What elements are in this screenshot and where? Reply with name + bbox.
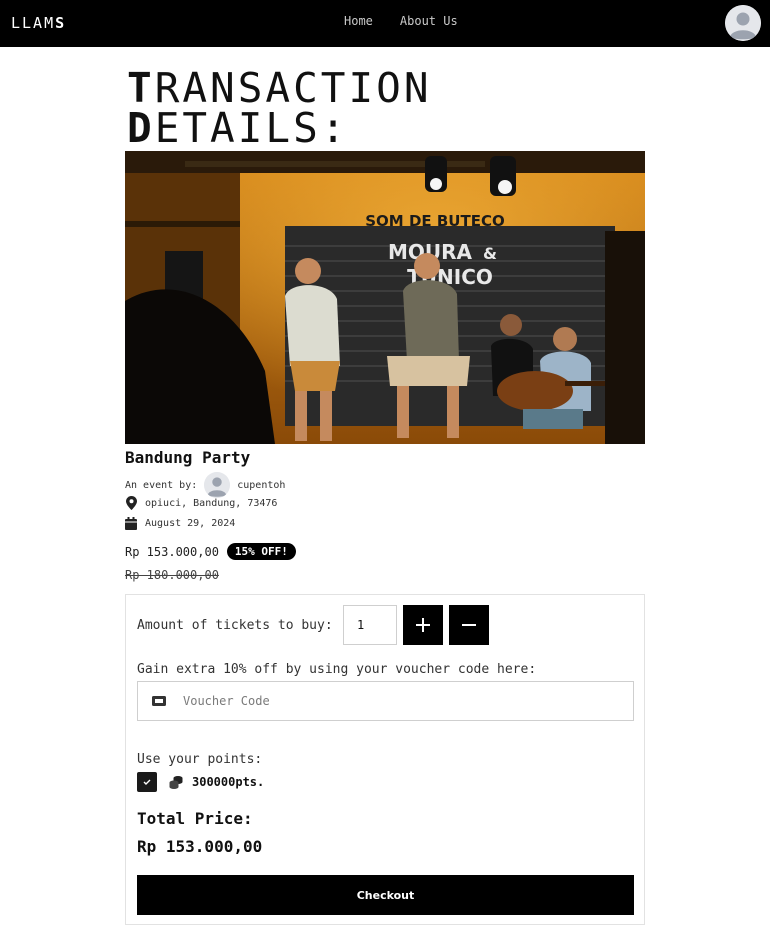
checkmark-icon — [143, 779, 151, 785]
increase-quantity-button[interactable] — [403, 605, 443, 645]
event-hero-image: SOM DE BUTECO MOURA & TUNICO — [125, 151, 645, 444]
current-price: Rp 153.000,00 — [125, 544, 219, 559]
decrease-quantity-button[interactable] — [449, 605, 489, 645]
logo-text-thin: LLAM — [11, 14, 56, 32]
nav-link-about-us[interactable]: About Us — [400, 14, 458, 28]
page-title-cap-2: D — [127, 104, 155, 152]
navbar: LLAM S Home About Us — [0, 0, 770, 47]
location-row: opiuci, Bandung, 73476 — [125, 496, 277, 510]
discount-badge: 15% OFF! — [226, 543, 296, 560]
banner-main-text-2: & — [483, 244, 497, 263]
voucher-code-input[interactable] — [183, 694, 603, 708]
minus-icon — [462, 624, 476, 626]
user-avatar-icon[interactable] — [725, 5, 761, 41]
calendar-icon — [125, 516, 137, 530]
voucher-label: Gain extra 10% off by using your voucher… — [137, 662, 537, 677]
page-title-line-1: TRANSACTION — [127, 68, 647, 109]
page-title-rest-2: ETAILS: — [154, 104, 349, 152]
plus-icon — [416, 618, 430, 632]
map-pin-icon — [125, 496, 137, 510]
date-row: August 29, 2024 — [125, 516, 235, 530]
event-date: August 29, 2024 — [145, 517, 236, 529]
organizer-name[interactable]: cupentoh — [237, 480, 285, 491]
page-title: TRANSACTION DETAILS: — [127, 68, 647, 149]
llams-logo[interactable]: LLAM S — [11, 13, 66, 33]
price-row: Rp 153.000,00 15% OFF! — [125, 543, 296, 560]
page-title-line-2: DETAILS: — [127, 108, 647, 149]
ticket-quantity-input[interactable] — [343, 605, 397, 645]
organizer-prefix: An event by: — [125, 479, 198, 491]
nav-links: Home About Us — [344, 14, 458, 28]
banner-top-text: SOM DE BUTECO — [365, 212, 504, 230]
purchase-card: Amount of tickets to buy: Gain extra 10%… — [125, 594, 645, 925]
nav-link-home[interactable]: Home — [344, 14, 373, 28]
ticket-amount-label: Amount of tickets to buy: — [137, 618, 333, 633]
use-points-checkbox[interactable] — [137, 772, 157, 792]
organizer-avatar-icon[interactable] — [204, 472, 231, 498]
ticket-icon — [152, 696, 166, 706]
voucher-field[interactable] — [137, 681, 634, 721]
checkout-button[interactable]: Checkout — [137, 875, 634, 915]
original-price: Rp 180.000,00 — [125, 568, 219, 582]
organizer-row: An event by: cupentoh — [125, 472, 285, 498]
total-price-label: Total Price: — [137, 809, 253, 828]
points-row: 300000pts. — [137, 772, 264, 792]
total-price-value: Rp 153.000,00 — [137, 837, 263, 856]
event-location: opiuci, Bandung, 73476 — [145, 497, 278, 509]
points-value: 300000pts. — [192, 775, 265, 789]
coins-icon — [169, 775, 183, 789]
points-label: Use your points: — [137, 752, 263, 767]
logo-text-bold: S — [55, 14, 67, 32]
event-title: Bandung Party — [125, 448, 251, 467]
